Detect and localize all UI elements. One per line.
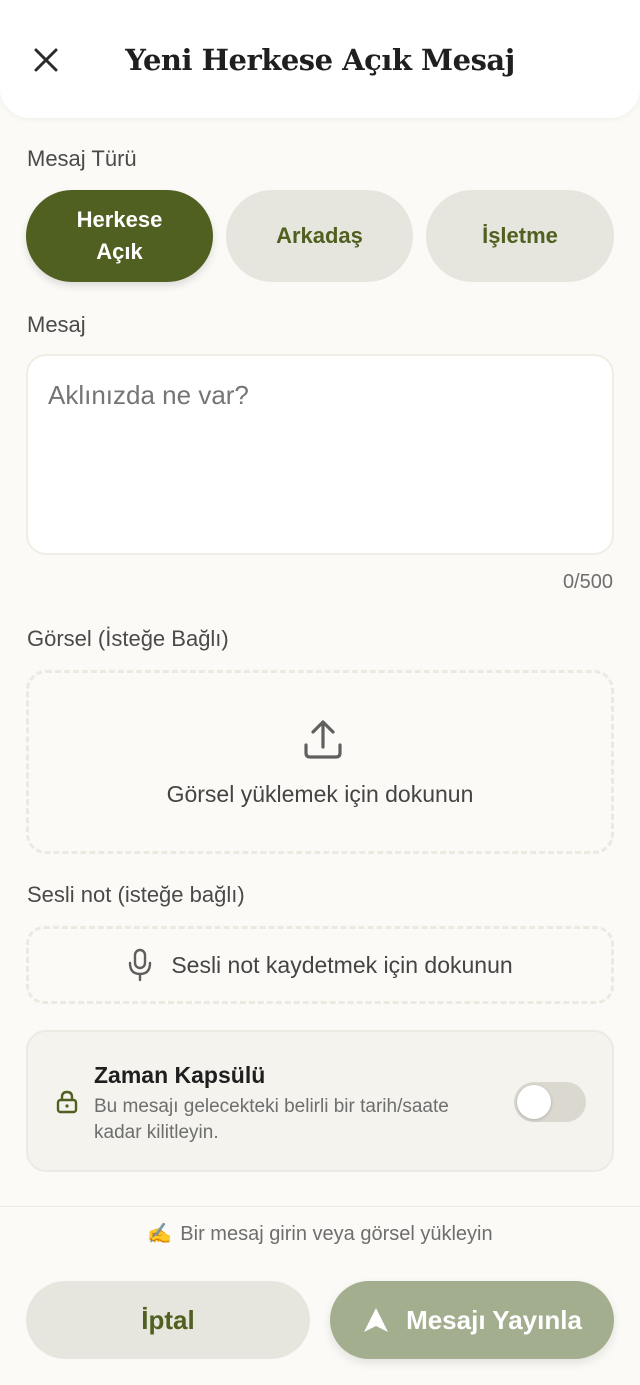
cancel-button[interactable]: İptal [26,1281,310,1359]
type-friend-label: Arkadaş [276,223,363,248]
message-type-label: Mesaj Türü [27,146,137,171]
page-title: Yeni Herkese Açık Mesaj [125,43,515,77]
type-public-label-line1: Herkese [76,207,163,232]
voice-label: Sesli not (isteğe bağlı) [27,882,245,907]
type-public-button[interactable]: Herkese Açık [26,190,213,282]
header: Yeni Herkese Açık Mesaj [0,0,640,118]
upload-icon [304,720,342,759]
type-public-label-line2: Açık [96,239,143,264]
image-upload-area[interactable]: Görsel yüklemek için dokunun [26,670,614,854]
toggle-knob [517,1085,551,1119]
message-label: Mesaj [27,312,86,337]
publish-button[interactable]: Mesajı Yayınla [330,1281,614,1359]
time-capsule-card: Zaman Kapsülü Bu mesajı gelecekteki beli… [26,1030,614,1172]
lock-icon [56,1090,78,1114]
hint-text-row: ✍️ Bir mesaj girin veya görsel yükleyin [0,1221,640,1246]
type-business-label: İşletme [482,223,558,248]
type-friend-button[interactable]: Arkadaş [226,190,413,282]
time-capsule-description: Bu mesajı gelecekteki belirli bir tarih/… [94,1096,449,1143]
image-label: Görsel (İsteğe Bağlı) [27,626,229,651]
character-counter: 0/500 [562,571,613,593]
publish-label: Mesajı Yayınla [406,1304,582,1335]
time-capsule-title: Zaman Kapsülü [94,1062,266,1088]
cancel-label: İptal [141,1304,195,1335]
writing-hand-icon: ✍️ [147,1223,173,1245]
time-capsule-toggle[interactable] [514,1082,586,1122]
footer: ✍️ Bir mesaj girin veya görsel yükleyin İ… [0,1206,640,1385]
voice-record-text: Sesli not kaydetmek için dokunun [171,951,513,978]
voice-record-button[interactable]: Sesli not kaydetmek için dokunun [26,926,614,1004]
hint-text: Bir mesaj girin veya görsel yükleyin [180,1223,493,1245]
image-upload-text: Görsel yüklemek için dokunun [166,781,474,807]
message-input[interactable] [26,354,614,555]
type-business-button[interactable]: İşletme [426,190,614,282]
send-arrow-icon [364,1308,389,1332]
microphone-icon [129,948,152,982]
